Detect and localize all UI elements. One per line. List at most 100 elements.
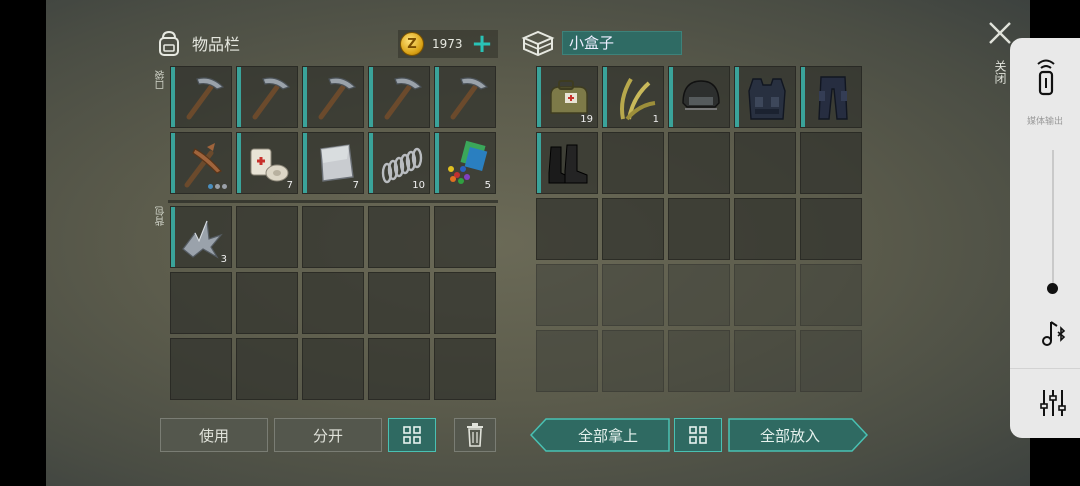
box-icon (521, 30, 555, 57)
put-all-button[interactable]: 全部放入 (728, 418, 852, 452)
metal-plate-icon (320, 144, 354, 182)
sort-inventory-button[interactable] (388, 418, 436, 452)
durability-indicator (208, 184, 227, 189)
inventory-header: 物品栏 (154, 28, 240, 58)
empty-slot[interactable] (668, 330, 730, 392)
equalizer-button[interactable] (1040, 388, 1066, 422)
backpack-label: 背包 (156, 206, 167, 226)
empty-slot[interactable] (368, 272, 430, 334)
box-title: 小盒子 (562, 31, 682, 55)
inventory-title: 物品栏 (192, 35, 241, 54)
box-grid: 19 1 (536, 66, 862, 392)
empty-slot[interactable] (602, 264, 664, 326)
empty-slot[interactable] (536, 198, 598, 260)
take-all-button[interactable]: 全部拿上 (546, 418, 670, 452)
item-slot[interactable] (800, 66, 862, 128)
use-button[interactable]: 使用 (160, 418, 268, 452)
item-slot[interactable] (536, 132, 598, 194)
item-slot[interactable]: 5 (434, 132, 496, 194)
empty-slot[interactable] (302, 338, 364, 400)
close-label: 关闭 (993, 60, 1007, 84)
item-slot[interactable]: 7 (302, 132, 364, 194)
empty-slot[interactable] (302, 272, 364, 334)
tactical-pants-icon (818, 76, 848, 120)
empty-slot[interactable] (536, 330, 598, 392)
speaker-output-icon (1037, 59, 1055, 96)
pickaxe-icon (186, 77, 225, 120)
item-slot[interactable]: 19 (536, 66, 598, 128)
empty-slot[interactable] (170, 338, 232, 400)
item-slot[interactable] (668, 66, 730, 128)
item-slot[interactable] (302, 66, 364, 128)
boots-icon (548, 144, 588, 184)
media-side-panel: 媒体输出 (1010, 38, 1080, 438)
item-slot[interactable]: 10 (368, 132, 430, 194)
item-slot[interactable]: 1 (602, 66, 664, 128)
equalizer-icon (1040, 390, 1066, 416)
empty-slot[interactable] (734, 132, 796, 194)
coin-icon: Z (400, 32, 424, 56)
buy-coins-button[interactable]: + (470, 30, 494, 58)
tactical-helmet-icon (682, 80, 720, 110)
empty-slot[interactable] (668, 198, 730, 260)
grid-sort-icon (403, 426, 421, 444)
item-slot[interactable] (368, 66, 430, 128)
volume-slider-track[interactable] (1052, 150, 1054, 288)
empty-slot[interactable] (800, 198, 862, 260)
empty-slot[interactable] (236, 338, 298, 400)
trash-icon (467, 423, 483, 447)
empty-slot[interactable] (734, 330, 796, 392)
item-quantity: 19 (580, 114, 593, 125)
pickaxe-icon (252, 77, 291, 120)
empty-slot[interactable] (800, 330, 862, 392)
item-quantity: 5 (484, 180, 491, 191)
delete-button[interactable] (454, 418, 496, 452)
close-icon (989, 22, 1011, 44)
pickaxe-icon (384, 77, 423, 120)
sort-box-button[interactable] (674, 418, 722, 452)
empty-slot[interactable] (800, 132, 862, 194)
empty-slot[interactable] (170, 272, 232, 334)
empty-slot[interactable] (668, 132, 730, 194)
bandage-icon (250, 148, 289, 182)
box-header: 小盒子 (520, 28, 682, 58)
empty-slot[interactable] (434, 206, 496, 268)
media-output-button[interactable] (1034, 58, 1058, 102)
empty-slot[interactable] (602, 330, 664, 392)
empty-slot[interactable] (368, 206, 430, 268)
item-slot[interactable] (734, 66, 796, 128)
empty-slot[interactable] (236, 272, 298, 334)
empty-slot[interactable] (434, 272, 496, 334)
empty-slot[interactable] (734, 264, 796, 326)
coin-amount: 1973 (432, 37, 463, 51)
item-slot[interactable] (434, 66, 496, 128)
bluetooth-audio-button[interactable] (1040, 318, 1068, 352)
empty-slot[interactable] (668, 264, 730, 326)
empty-slot[interactable] (800, 264, 862, 326)
empty-slot[interactable] (236, 206, 298, 268)
empty-slot[interactable] (536, 264, 598, 326)
empty-slot[interactable] (602, 132, 664, 194)
item-slot[interactable]: 3 (170, 206, 232, 268)
item-slot[interactable]: 7 (236, 132, 298, 194)
empty-slot[interactable] (734, 198, 796, 260)
empty-slot[interactable] (602, 198, 664, 260)
item-slot[interactable] (170, 66, 232, 128)
media-output-label: 媒体输出 (1026, 117, 1063, 127)
split-button[interactable]: 分开 (274, 418, 382, 452)
volume-slider-knob[interactable] (1047, 283, 1058, 294)
item-slot[interactable] (236, 66, 298, 128)
pickaxe-icon (318, 77, 357, 120)
bluetooth-music-icon (1042, 321, 1066, 346)
empty-slot[interactable] (368, 338, 430, 400)
scrap-metal-icon (182, 220, 223, 259)
item-slot[interactable] (170, 132, 232, 194)
pocket-label: 口袋 (156, 70, 167, 90)
item-quantity: 10 (412, 180, 425, 191)
empty-slot[interactable] (434, 338, 496, 400)
backpack-icon (159, 30, 179, 56)
close-button[interactable] (986, 20, 1014, 48)
grid-sort-icon (689, 426, 707, 444)
tactical-vest-icon (748, 78, 786, 120)
empty-slot[interactable] (302, 206, 364, 268)
